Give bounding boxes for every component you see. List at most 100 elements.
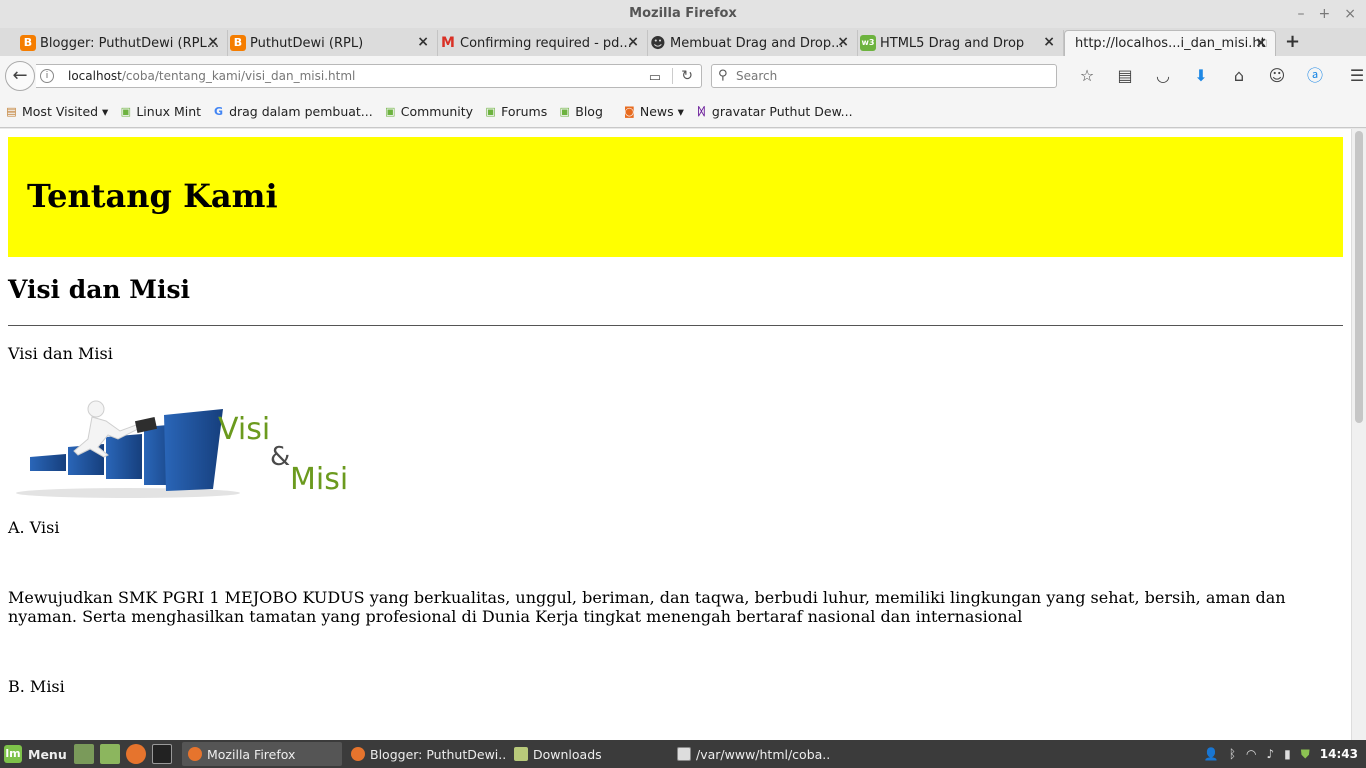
wifi-icon[interactable]: ◠ — [1246, 747, 1256, 761]
bookmark-blog[interactable]: ▣ Blog — [558, 104, 603, 119]
tab-blogger-dashboard[interactable]: B Blogger: PuthutDewi (RPL... × — [18, 30, 228, 56]
file-manager-icon[interactable] — [100, 744, 120, 764]
page-banner: Tentang Kami — [8, 137, 1343, 257]
blogger-icon: B — [20, 35, 36, 51]
bookmark-label: Linux Mint — [136, 104, 202, 119]
tab-label: Blogger: PuthutDewi (RPL... — [40, 35, 219, 51]
hamburger-menu-icon[interactable]: ☰ — [1338, 64, 1366, 88]
tab-label: http://localhos...i_dan_misi.html — [1075, 36, 1267, 51]
menu-label: Menu — [28, 746, 67, 762]
clock[interactable]: 14:43 — [1320, 747, 1358, 761]
close-window-button[interactable]: × — [1344, 0, 1356, 28]
task-text-editor[interactable]: /var/www/html/coba... — [671, 742, 831, 766]
tab-close-icon[interactable]: × — [417, 34, 429, 50]
url-bar[interactable]: i localhost/coba/tentang_kami/visi_dan_m… — [36, 64, 702, 88]
bookmark-google-search[interactable]: Gdrag dalam pembuat... — [212, 104, 373, 119]
figure-head — [87, 400, 105, 418]
tab-visi-dan-misi[interactable]: http://localhos...i_dan_misi.html × — [1064, 30, 1276, 56]
blogger-icon: B — [230, 35, 246, 51]
bookmarks-toolbar: ▤ Most Visited ▾ ▣ Linux Mint Gdrag dalam … — [0, 96, 1366, 128]
search-input[interactable]: ⚲ Search — [711, 64, 1057, 88]
section-a-heading: A. Visi — [8, 518, 60, 537]
task-blogger[interactable]: Blogger: PuthutDewi... — [345, 742, 505, 766]
task-firefox[interactable]: Mozilla Firefox — [182, 742, 342, 766]
avatar-icon: ☻ — [650, 34, 666, 52]
tab-close-icon[interactable]: × — [837, 34, 849, 50]
new-tab-button[interactable]: + — [1285, 31, 1300, 52]
bookmark-most-visited[interactable]: ▤ Most Visited ▾ — [5, 104, 108, 119]
bookmark-forums[interactable]: ▣ Forums — [484, 104, 547, 119]
tab-close-icon[interactable]: × — [627, 34, 639, 50]
image-word-visi: Visi — [218, 412, 270, 447]
home-icon[interactable]: ⌂ — [1220, 64, 1258, 88]
battery-icon[interactable]: ▮ — [1284, 747, 1291, 761]
task-label: Downloads — [533, 746, 602, 762]
bookmark-community[interactable]: ▣ Community — [384, 104, 473, 119]
mint-icon: ▣ — [485, 105, 496, 118]
minimize-button[interactable]: – — [1298, 0, 1305, 28]
firefox-icon — [351, 747, 365, 761]
user-icon[interactable]: 👤 — [1204, 747, 1219, 761]
toolbar-icons: ☆ ▤ ◡ ⬇ ⌂ ☺ ⓐ ☰ — [1068, 64, 1366, 88]
horizontal-rule — [8, 325, 1343, 326]
search-icon: ⚲ — [718, 68, 728, 83]
mint-icon: ▣ — [559, 105, 570, 118]
task-downloads[interactable]: Downloads — [508, 742, 668, 766]
system-tray: 👤 ᛒ ◠ ♪ ▮ ⛊ 14:43 — [1204, 740, 1358, 768]
volume-icon[interactable]: ♪ — [1267, 747, 1275, 761]
start-menu-button[interactable]: lm Menu — [4, 744, 67, 764]
downloads-icon[interactable]: ⬇ — [1182, 64, 1220, 88]
show-desktop-icon[interactable] — [74, 744, 94, 764]
page-scrollbar[interactable] — [1351, 129, 1366, 740]
bookmark-gravatar[interactable]: ᛞ gravatar Puthut Dew... — [695, 104, 853, 119]
system-taskbar: lm Menu Mozilla Firefox Blogger: PuthutD… — [0, 740, 1366, 768]
w3schools-icon: w3 — [860, 35, 876, 51]
reload-icon[interactable]: ↻ — [681, 65, 693, 87]
bookmark-linux-mint[interactable]: ▣ Linux Mint — [119, 104, 201, 119]
navigation-toolbar: ← i localhost/coba/tentang_kami/visi_dan… — [0, 56, 1366, 96]
tab-blogger-site[interactable]: B PuthutDewi (RPL) × — [228, 30, 438, 56]
shield-icon[interactable]: ⛊ — [1301, 747, 1310, 762]
bookmark-star-icon[interactable]: ☆ — [1068, 64, 1106, 88]
maximize-button[interactable]: + — [1319, 0, 1331, 28]
smiley-icon[interactable]: ☺ — [1258, 64, 1296, 88]
back-button[interactable]: ← — [5, 61, 35, 91]
gmail-icon: M — [441, 35, 455, 51]
folder-icon: ▤ — [6, 105, 17, 118]
addon-icon[interactable]: ⓐ — [1296, 64, 1334, 88]
reading-list-icon[interactable]: ▤ — [1106, 64, 1144, 88]
terminal-icon[interactable] — [152, 744, 172, 764]
rss-icon: ◙ — [624, 105, 635, 118]
firefox-icon[interactable] — [126, 744, 146, 764]
chart-bar-1 — [30, 454, 66, 471]
bookmark-label: gravatar Puthut Dew... — [711, 104, 853, 119]
tab-close-icon[interactable]: × — [207, 34, 219, 50]
tab-label: PuthutDewi (RPL) — [250, 35, 364, 51]
bookmark-news[interactable]: ◙ News ▾ — [623, 104, 684, 119]
page-heading: Visi dan Misi — [8, 275, 191, 304]
reader-view-icon[interactable]: ▭ — [649, 67, 661, 89]
firefox-icon — [188, 747, 202, 761]
search-placeholder: Search — [736, 69, 778, 83]
pocket-icon[interactable]: ◡ — [1144, 64, 1182, 88]
window-titlebar: Mozilla Firefox – + × — [0, 0, 1366, 28]
intro-text: Visi dan Misi — [8, 344, 113, 363]
task-label: /var/www/html/coba... — [696, 746, 831, 762]
url-bar-separator — [672, 68, 673, 84]
image-word-misi: Misi — [290, 462, 348, 497]
mint-logo-icon: lm — [4, 745, 22, 763]
bookmark-label: Forums — [501, 104, 548, 119]
tab-close-icon[interactable]: × — [1043, 34, 1055, 50]
tab-drag-drop-tutorial[interactable]: ☻ Membuat Drag and Drop... × — [648, 30, 858, 56]
tab-gmail[interactable]: M Confirming required - pd... × — [438, 30, 648, 56]
bluetooth-icon[interactable]: ᛒ — [1229, 747, 1236, 761]
visi-misi-image: Visi & Misi — [16, 400, 348, 498]
scrollbar-thumb[interactable] — [1355, 131, 1363, 423]
site-info-icon[interactable]: i — [40, 69, 54, 83]
tab-close-icon[interactable]: × — [1255, 35, 1267, 51]
window-controls: – + × — [1298, 0, 1356, 28]
tab-w3schools[interactable]: w3 HTML5 Drag and Drop × — [858, 30, 1064, 56]
bookmark-label: Community — [400, 104, 474, 119]
task-label: Blogger: PuthutDewi... — [370, 746, 505, 762]
url-text[interactable]: localhost/coba/tentang_kami/visi_dan_mis… — [68, 65, 355, 87]
